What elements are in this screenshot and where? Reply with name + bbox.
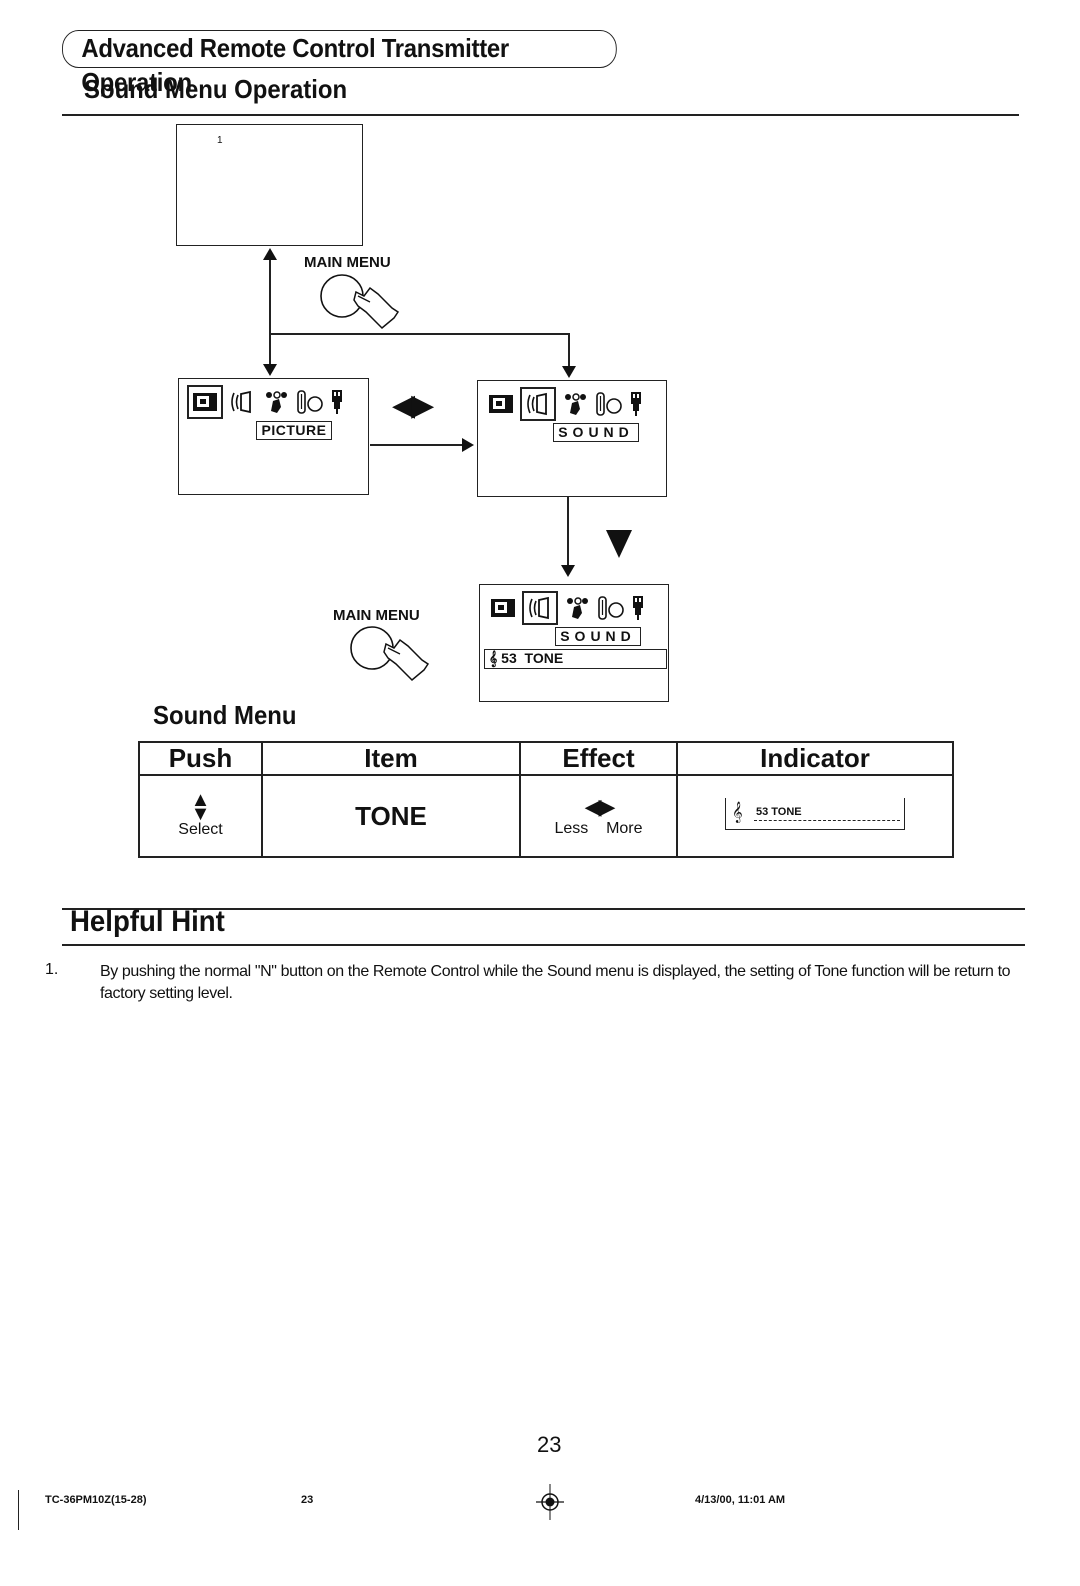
registration-mark-icon bbox=[536, 1484, 564, 1520]
column-header-effect: Effect bbox=[519, 741, 678, 776]
main-menu-button-press-icon bbox=[320, 274, 400, 330]
hint-text: By pushing the normal "N" button on the … bbox=[100, 963, 1011, 1002]
doc-code: TC-36PM10Z(15-28) bbox=[45, 1494, 147, 1506]
indicator-cell: 𝄞 53 TONE bbox=[676, 774, 954, 858]
timer-icon bbox=[560, 390, 590, 418]
screen-mark: 1 bbox=[217, 135, 223, 146]
main-menu-label: MAIN MENU bbox=[304, 254, 391, 271]
tv-screen-sound-menu: SOUND bbox=[477, 380, 667, 497]
print-timestamp: 4/13/00, 11:01 AM bbox=[695, 1494, 786, 1506]
arrow-down-icon bbox=[561, 565, 575, 577]
tv-screen-picture-menu: PICTURE bbox=[178, 378, 369, 495]
sound-icon bbox=[227, 388, 257, 416]
tv-screen-sound-tone: SOUND 𝄞 53 TONE bbox=[479, 584, 669, 702]
indicator-text: 53 TONE bbox=[756, 805, 802, 818]
item-label: TONE bbox=[355, 800, 427, 831]
setup-icon bbox=[596, 594, 626, 622]
hint-number: 1. bbox=[45, 961, 59, 978]
plug-icon bbox=[628, 390, 644, 418]
timer-icon bbox=[261, 388, 291, 416]
table-row: ▲ ▼ Select TONE ◀▶ Less More 𝄞 53 TONE bbox=[138, 774, 954, 858]
arrow-down-icon bbox=[263, 364, 277, 376]
tone-setting-row: 𝄞 53 TONE bbox=[484, 649, 667, 669]
column-header-item: Item bbox=[261, 741, 521, 776]
setup-icon bbox=[295, 388, 325, 416]
effect-less-label: Less bbox=[554, 820, 589, 837]
effect-cell: ◀▶ Less More bbox=[519, 774, 678, 858]
treble-clef-icon: 𝄞 bbox=[732, 801, 743, 822]
down-button-icon bbox=[606, 530, 632, 558]
arrow-up-icon bbox=[263, 248, 277, 260]
sound-menu-label: SOUND bbox=[555, 627, 641, 646]
section-title-pill: Advanced Remote Control Transmitter Oper… bbox=[62, 30, 617, 97]
push-label: Select bbox=[178, 821, 223, 838]
sound-menu-heading: Sound Menu bbox=[153, 700, 297, 730]
plug-icon bbox=[630, 594, 646, 622]
page-subtitle: Sound Menu Operation bbox=[84, 74, 348, 104]
divider bbox=[62, 114, 1019, 116]
divider bbox=[62, 944, 1025, 946]
blank-tv-screen: 1 bbox=[176, 124, 363, 246]
main-menu-button-press-icon bbox=[350, 626, 430, 682]
connector-line bbox=[270, 333, 570, 335]
left-right-arrows-icon: ◀▶ bbox=[584, 794, 616, 819]
timer-icon bbox=[562, 594, 592, 622]
arrow-right-icon bbox=[462, 438, 474, 452]
helpful-hint-heading: Helpful Hint bbox=[70, 905, 225, 938]
sound-icon bbox=[522, 591, 558, 625]
sound-menu-label: SOUND bbox=[553, 423, 639, 442]
connector-line bbox=[567, 497, 569, 567]
picture-icon bbox=[488, 594, 518, 622]
sound-icon bbox=[520, 387, 556, 421]
item-cell: TONE bbox=[261, 774, 521, 858]
indicator-scale bbox=[754, 819, 900, 821]
doc-page: 23 bbox=[301, 1494, 314, 1506]
column-header-indicator: Indicator bbox=[676, 741, 954, 776]
effect-more-label: More bbox=[606, 820, 643, 837]
connector-line bbox=[568, 333, 570, 368]
up-down-arrows-icon: ▲ ▼ bbox=[190, 789, 211, 825]
sound-menu-table: Push Item Effect Indicator ▲ ▼ Select TON… bbox=[138, 741, 954, 858]
tone-setting-text: 53 TONE bbox=[501, 650, 564, 666]
picture-icon bbox=[486, 390, 516, 418]
plug-icon bbox=[329, 388, 345, 416]
setup-icon bbox=[594, 390, 624, 418]
column-header-push: Push bbox=[138, 741, 263, 776]
connector-line bbox=[269, 256, 271, 366]
arrow-down-icon bbox=[562, 366, 576, 378]
tone-indicator: 𝄞 53 TONE bbox=[725, 797, 905, 830]
crop-mark bbox=[18, 1490, 19, 1530]
picture-menu-label: PICTURE bbox=[256, 421, 332, 440]
push-cell: ▲ ▼ Select bbox=[138, 774, 263, 858]
treble-clef-icon: 𝄞 bbox=[489, 650, 498, 666]
left-right-arrows-icon: ◀▶ bbox=[392, 389, 434, 422]
connector-line bbox=[370, 444, 466, 446]
picture-icon bbox=[187, 385, 223, 419]
main-menu-label: MAIN MENU bbox=[333, 607, 420, 624]
table-header-row: Push Item Effect Indicator bbox=[138, 741, 954, 776]
page-number: 23 bbox=[537, 1432, 562, 1457]
